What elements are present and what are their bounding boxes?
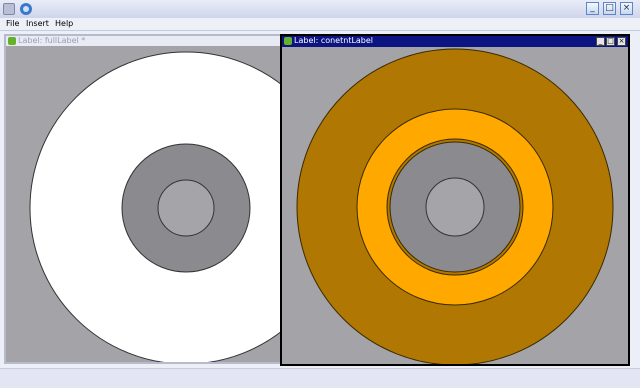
full-label-titlebar[interactable]: Label: fullLabel * — [6, 36, 284, 46]
menu-help[interactable]: Help — [55, 19, 73, 28]
subwindow-close-button[interactable]: × — [617, 37, 626, 46]
content-label-titlebar[interactable]: Label: conetntLabel _ □ × — [282, 36, 628, 47]
full-label-title: Label: fullLabel * — [18, 36, 86, 45]
content-label-canvas — [282, 47, 628, 364]
subwindow-maximize-button[interactable]: □ — [606, 37, 615, 46]
full-label-canvas — [6, 46, 284, 362]
menu-insert[interactable]: Insert — [26, 19, 49, 28]
menu-file[interactable]: File — [6, 19, 19, 28]
qt-window-icon — [8, 37, 16, 45]
menubar: File Insert Help — [0, 18, 640, 31]
minimize-button[interactable]: _ — [586, 2, 599, 15]
status-bar — [0, 368, 640, 388]
maximize-button[interactable]: □ — [603, 2, 616, 15]
close-button[interactable]: × — [620, 2, 633, 15]
content-label-title: Label: conetntLabel — [294, 36, 374, 45]
qt-window-icon — [284, 37, 292, 45]
tools-icon[interactable] — [3, 3, 15, 15]
center-circle — [157, 179, 215, 237]
content-label-window[interactable]: Label: conetntLabel _ □ × — [280, 34, 630, 366]
subwindow-minimize-button[interactable]: _ — [596, 37, 605, 46]
app-titlebar: _ □ × — [0, 0, 640, 19]
full-label-window[interactable]: Label: fullLabel * — [4, 34, 286, 364]
app-gear-icon[interactable] — [20, 3, 32, 15]
center-circle — [425, 177, 485, 237]
